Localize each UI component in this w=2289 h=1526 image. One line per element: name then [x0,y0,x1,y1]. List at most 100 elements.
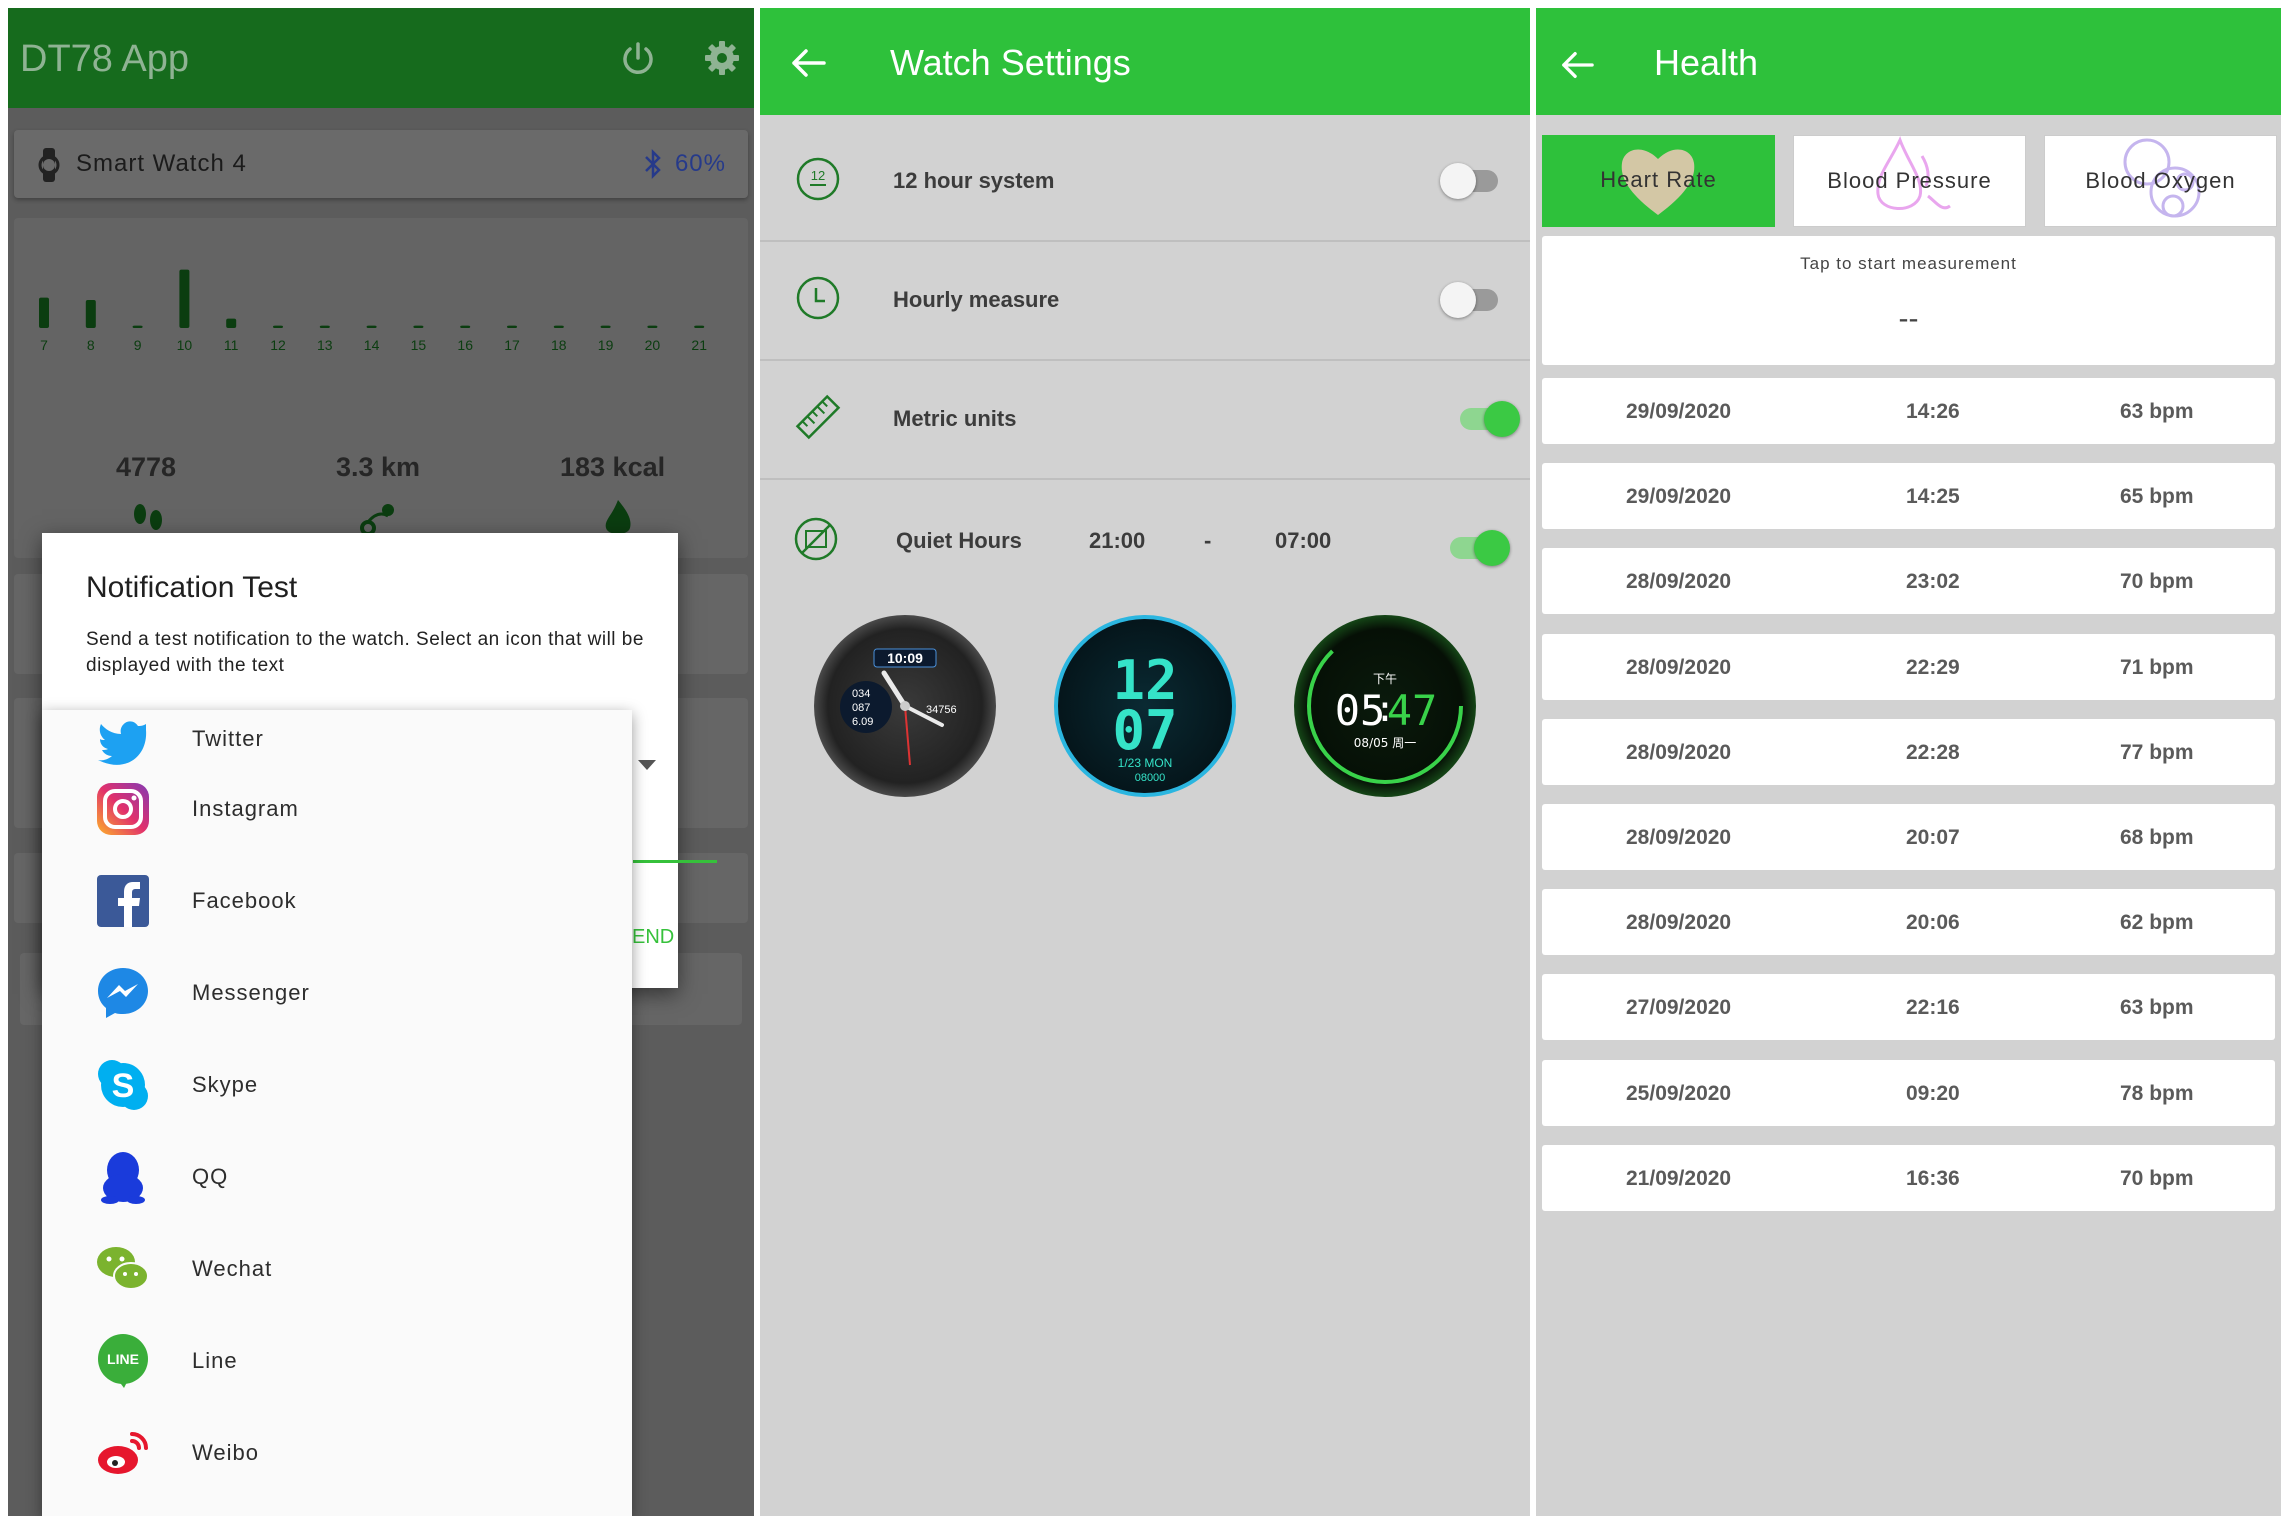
heart-rate-record-row[interactable]: 28/09/2020 22:28 77 bpm [1542,718,2275,785]
chart-bar [226,318,237,328]
chart-bar [460,325,471,328]
twitter-icon [98,721,147,765]
chart-tick-label: 11 [224,337,239,353]
setting-row-quiet-hours[interactable]: Quiet Hours 21:00 - 07:00 [760,479,1530,619]
tab-label: Heart Rate [1600,167,1717,192]
toggle-quiet-hours[interactable] [1444,527,1510,569]
back-arrow-icon[interactable] [790,48,826,78]
record-bpm: 65 bpm [2120,485,2194,509]
tab-label: Blood Pressure [1827,168,1992,193]
setting-row-metric-units[interactable]: Metric units [760,360,1530,480]
face-line: 087 [852,702,870,714]
record-bpm: 68 bpm [2120,826,2194,849]
quiet-hours-start[interactable]: 21:00 [1089,528,1145,554]
digital-face-graphic: 12 07 1/23 MON 08000 [1112,649,1177,784]
chart-bar [273,325,283,328]
toggle-metric-units[interactable] [1454,398,1520,440]
device-card[interactable]: Smart Watch 4 60% [14,130,748,198]
heart-rate-record-row[interactable]: 27/09/2020 22:16 63 bpm [1542,974,2275,1041]
dropdown-item-messenger[interactable]: Messenger [42,948,632,1040]
chart-bar [647,325,658,328]
app-bar: Watch Settings [760,8,1530,115]
digital-face-graphic: 下午 05 : 47 08/05 周一 [1307,628,1463,784]
record-time: 20:07 [1906,826,1960,849]
chart-tick-label: 8 [87,337,95,353]
face-minute: 07 [1112,699,1177,762]
heart-rate-record-row[interactable]: 28/09/2020 20:06 62 bpm [1542,889,2275,956]
chart-bar [319,325,330,328]
record-time: 20:06 [1906,911,1960,935]
dropdown-item-facebook[interactable]: Facebook [42,856,632,948]
record-date: 29/09/2020 [1626,400,1732,423]
gear-icon[interactable] [702,38,742,78]
chart-bar [413,325,424,328]
send-button[interactable]: END [632,926,674,949]
record-date: 28/09/2020 [1626,826,1732,849]
svg-text:12: 12 [811,168,825,183]
watch-face-digital-green[interactable]: 下午 05 : 47 08/05 周一 [1294,615,1476,797]
text-input-underline [633,860,717,863]
toggle-12-hour[interactable] [1440,160,1506,202]
heart-rate-record-row[interactable]: 28/09/2020 20:07 68 bpm [1542,804,2275,870]
face-time: 10:09 [887,650,923,666]
icon-dropdown: Twitter Instagram Facebook Messenger S S… [42,710,632,1516]
dropdown-item-wechat[interactable]: Wechat [42,1224,632,1316]
record-date: 25/09/2020 [1626,1081,1732,1105]
line-icon: LINE [98,1334,148,1388]
heart-rate-record-row[interactable]: 28/09/2020 22:29 71 bpm [1542,633,2275,700]
instagram-icon [97,783,149,835]
watch-face-analog[interactable]: 10:09 034 087 6.09 34756 [814,615,996,797]
watch-face-digital-blue[interactable]: 12 07 1/23 MON 08000 [1054,615,1236,797]
record-date: 28/09/2020 [1626,911,1732,935]
chart-tick-label: 21 [691,337,707,353]
heart-rate-record-row[interactable]: 21/09/2020 16:36 70 bpm [1542,1144,2275,1211]
ruler-icon [795,394,841,440]
measurement-card[interactable]: Tap to start measurement -- [1542,236,2275,365]
record-time: 23:02 [1906,570,1960,594]
record-date: 27/09/2020 [1626,996,1732,1020]
setting-label: Metric units [893,406,1017,431]
heart-rate-record-row[interactable]: 25/09/2020 09:20 78 bpm [1542,1059,2275,1126]
chevron-down-icon[interactable] [638,760,656,770]
dropdown-item-instagram[interactable]: Instagram [42,764,632,856]
record-time: 14:25 [1906,485,1960,509]
svg-text:S: S [112,1067,135,1105]
quiet-hours-end[interactable]: 07:00 [1275,528,1331,554]
record-time: 14:26 [1906,400,1960,423]
record-date: 28/09/2020 [1626,570,1732,594]
heart-rate-record-row[interactable]: 29/09/2020 14:25 65 bpm [1542,463,2275,530]
dialog-title: Notification Test [86,571,298,604]
chart-tick-label: 7 [40,337,48,353]
setting-row-hourly-measure[interactable]: Hourly measure [760,241,1530,361]
svg-text:LINE: LINE [107,1351,139,1367]
setting-row-12-hour[interactable]: 12 12 hour system [760,122,1530,242]
do-not-disturb-icon [794,517,838,561]
back-arrow-icon[interactable] [1560,50,1594,80]
chart-tick-label: 19 [598,337,614,353]
skype-icon: S [98,1060,148,1110]
face-line: 034 [852,688,870,700]
chart-bar [694,325,705,328]
page-title: Watch Settings [890,42,1131,83]
bluetooth-icon [645,148,661,180]
dropdown-item-line[interactable]: LINE Line [42,1316,632,1408]
power-icon[interactable] [618,38,658,78]
toggle-hourly-measure[interactable] [1440,279,1506,321]
tab-blood-oxygen[interactable]: Blood Oxygen [2044,135,2277,227]
tab-blood-pressure[interactable]: Blood Pressure [1793,135,2026,227]
tab-heart-rate[interactable]: Heart Rate [1542,135,1775,227]
chart-tick-label: 14 [364,337,380,353]
dropdown-item-qq[interactable]: QQ [42,1132,632,1224]
dropdown-item-weibo[interactable]: Weibo [42,1408,632,1500]
health-screen: Health Heart Rate Blood Pressure Blood O… [1536,8,2281,1516]
record-time: 22:28 [1906,740,1960,764]
heart-rate-record-row[interactable]: 29/09/2020 14:26 63 bpm [1542,378,2275,444]
device-name: Smart Watch 4 [76,150,247,177]
chart-tick-label: 17 [504,337,520,353]
heart-rate-record-row[interactable]: 28/09/2020 23:02 70 bpm [1542,548,2275,615]
record-bpm: 70 bpm [2120,1166,2194,1190]
dropdown-item-label: Facebook [192,888,297,913]
clock-12-icon: 12 [796,157,840,201]
record-bpm: 63 bpm [2120,400,2194,423]
dropdown-item-skype[interactable]: S Skype [42,1040,632,1132]
